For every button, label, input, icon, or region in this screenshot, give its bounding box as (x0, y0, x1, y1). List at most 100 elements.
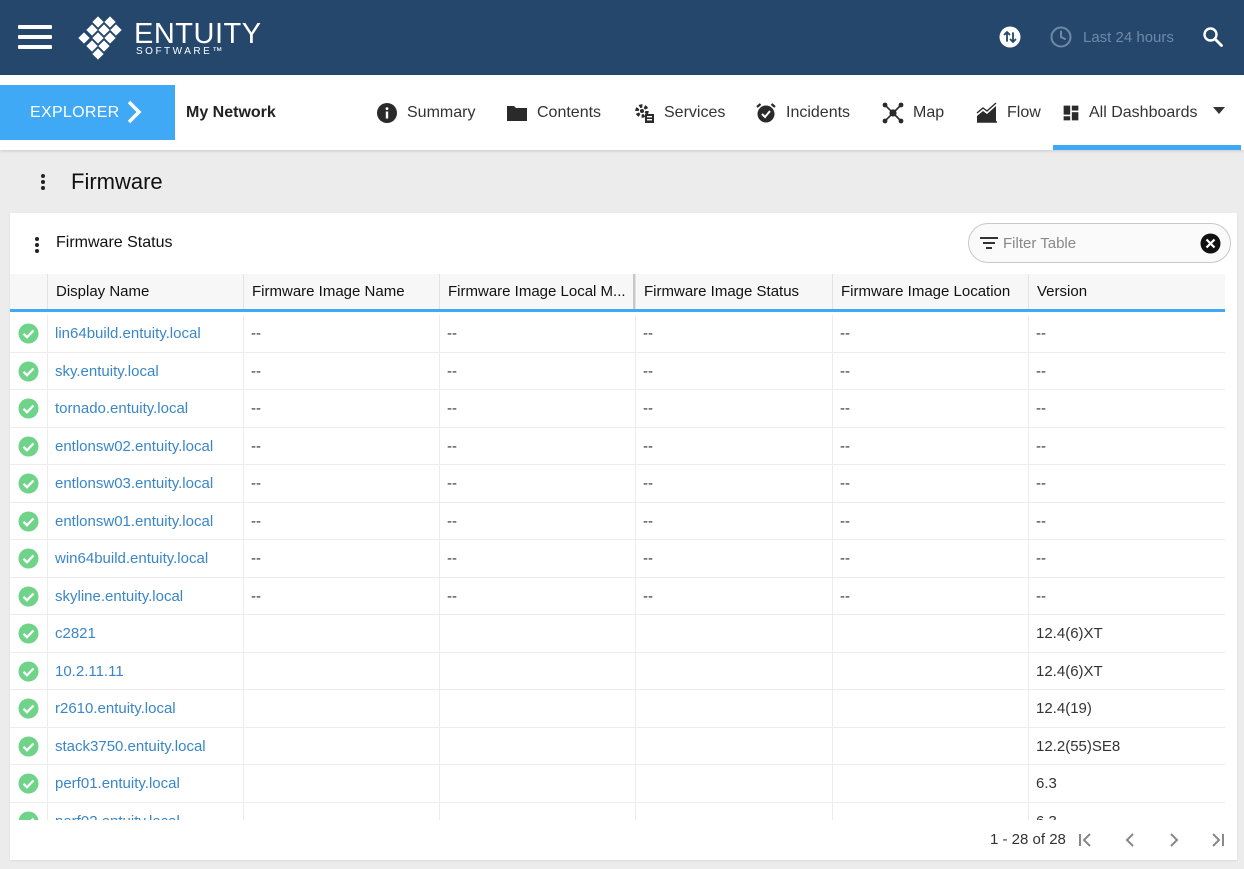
table-row[interactable]: r2610.entuity.local 12.4(19) (10, 690, 1225, 728)
check-circle-icon (18, 586, 39, 606)
tab-contents[interactable]: Contents (506, 100, 601, 126)
cell-image-location: -- (832, 577, 1028, 615)
device-link[interactable]: stack3750.entuity.local (55, 738, 206, 755)
column-header-firmware-image-location[interactable]: Firmware Image Location (832, 274, 1028, 309)
column-header-firmware-image-local[interactable]: Firmware Image Local M... (439, 274, 635, 309)
table-row[interactable]: entlonsw01.entuity.local -- -- -- -- -- (10, 502, 1225, 540)
device-link[interactable]: win64build.entuity.local (55, 550, 208, 567)
table-row[interactable]: perf01.entuity.local 6.3 (10, 765, 1225, 803)
menu-icon[interactable] (18, 25, 52, 49)
sync-icon[interactable] (999, 26, 1021, 48)
device-link[interactable]: lin64build.entuity.local (55, 325, 201, 342)
cell-image-local: -- (439, 540, 635, 577)
table-row[interactable]: win64build.entuity.local -- -- -- -- -- (10, 540, 1225, 578)
device-link[interactable]: sky.entuity.local (55, 363, 159, 380)
tab-services[interactable]: Services (633, 100, 725, 126)
cell-image-name: -- (243, 465, 439, 502)
device-link[interactable]: perf01.entuity.local (55, 775, 180, 792)
cell-image-status: -- (635, 577, 832, 615)
filter-table-input[interactable] (1003, 232, 1193, 254)
cell-name[interactable]: tornado.entuity.local (47, 390, 243, 427)
cell-name[interactable]: 10.2.11.11 (47, 652, 243, 690)
info-icon (377, 103, 397, 123)
breadcrumb[interactable]: My Network (186, 104, 276, 122)
first-page-icon[interactable] (1075, 829, 1097, 851)
column-header-firmware-image-status[interactable]: Firmware Image Status (635, 274, 832, 309)
table-row[interactable]: skyline.entuity.local -- -- -- -- -- (10, 577, 1225, 615)
device-link[interactable]: r2610.entuity.local (55, 700, 176, 717)
cell-version: 12.4(19) (1028, 690, 1225, 727)
table-row[interactable]: perf02.entuity.local 6.3 (10, 802, 1225, 821)
table-row[interactable]: entlonsw03.entuity.local -- -- -- -- -- (10, 465, 1225, 503)
clock-icon[interactable] (1050, 26, 1072, 48)
time-range-selector[interactable]: Last 24 hours (1083, 29, 1174, 46)
panel-menu-icon[interactable] (30, 235, 44, 255)
cell-name[interactable]: c2821 (47, 615, 243, 652)
cell-image-status: -- (635, 427, 832, 465)
cell-value: -- (251, 550, 261, 567)
device-link[interactable]: tornado.entuity.local (55, 400, 188, 417)
explorer-button[interactable]: EXPLORER (0, 85, 175, 140)
device-link[interactable]: skyline.entuity.local (55, 588, 183, 605)
table-row[interactable]: tornado.entuity.local -- -- -- -- -- (10, 390, 1225, 428)
device-link[interactable]: entlonsw03.entuity.local (55, 475, 213, 492)
tab-all-dashboards-label: All Dashboards (1089, 104, 1198, 121)
cell-name[interactable]: entlonsw03.entuity.local (47, 465, 243, 502)
cell-name[interactable]: perf02.entuity.local (47, 802, 243, 821)
tab-incidents-label: Incidents (786, 104, 851, 121)
clear-filter-icon[interactable] (1200, 233, 1221, 254)
table-row[interactable]: 10.2.11.11 12.4(6)XT (10, 652, 1225, 690)
device-link[interactable]: perf02.entuity.local (55, 813, 180, 821)
previous-page-icon[interactable] (1119, 829, 1141, 851)
logo: ENTUITY SOFTWARE™ (76, 16, 261, 60)
cell-image-location: -- (832, 502, 1028, 540)
device-link[interactable]: 10.2.11.11 (55, 663, 124, 680)
tab-incidents[interactable]: Incidents (755, 100, 850, 126)
table-row[interactable]: sky.entuity.local -- -- -- -- -- (10, 352, 1225, 390)
column-header-display-name[interactable]: Display Name (47, 274, 243, 309)
cell-name[interactable]: win64build.entuity.local (47, 540, 243, 577)
cell-version: 12.4(6)XT (1028, 615, 1225, 652)
device-link[interactable]: entlonsw01.entuity.local (55, 513, 213, 530)
cell-image-local: -- (439, 465, 635, 502)
cell-name[interactable]: lin64build.entuity.local (47, 315, 243, 352)
cell-image-status (635, 765, 832, 802)
last-page-icon[interactable] (1206, 829, 1228, 851)
cell-name[interactable]: sky.entuity.local (47, 352, 243, 390)
cell-name[interactable]: r2610.entuity.local (47, 690, 243, 727)
status-cell (10, 353, 47, 390)
cell-name[interactable]: perf01.entuity.local (47, 765, 243, 802)
cell-image-name (243, 765, 439, 802)
cell-image-name: -- (243, 390, 439, 427)
search-icon[interactable] (1202, 26, 1224, 48)
tab-summary[interactable]: Summary (376, 100, 475, 126)
device-link[interactable]: c2821 (55, 625, 96, 642)
table-row[interactable]: entlonsw02.entuity.local -- -- -- -- -- (10, 427, 1225, 465)
cell-name[interactable]: entlonsw02.entuity.local (47, 427, 243, 465)
device-link[interactable]: entlonsw02.entuity.local (55, 438, 213, 455)
page-menu-icon[interactable] (36, 172, 50, 192)
tab-map[interactable]: Map (882, 100, 944, 126)
cell-image-status: -- (635, 390, 832, 427)
firmware-status-panel: Firmware Status Display Name Firmware Im… (10, 213, 1237, 860)
cell-image-location: -- (832, 315, 1028, 352)
cell-version: -- (1028, 465, 1225, 502)
cell-name[interactable]: entlonsw01.entuity.local (47, 502, 243, 540)
table-row[interactable]: stack3750.entuity.local 12.2(55)SE8 (10, 727, 1225, 765)
dashboards-dropdown-icon[interactable] (1213, 107, 1225, 114)
cell-value: -- (447, 437, 457, 455)
next-page-icon[interactable] (1163, 829, 1185, 851)
page-title: Firmware (71, 169, 163, 194)
column-header-version[interactable]: Version (1028, 274, 1225, 309)
cell-image-status: -- (635, 352, 832, 390)
column-header-firmware-image-name[interactable]: Firmware Image Name (243, 274, 439, 309)
cell-name[interactable]: skyline.entuity.local (47, 577, 243, 615)
cell-version: -- (1028, 577, 1225, 615)
table-row[interactable]: lin64build.entuity.local -- -- -- -- -- (10, 315, 1225, 353)
cell-image-name (243, 690, 439, 727)
tab-all-dashboards[interactable]: All Dashboards (1062, 100, 1198, 126)
cell-name[interactable]: stack3750.entuity.local (47, 727, 243, 765)
table-row[interactable]: c2821 12.4(6)XT (10, 615, 1225, 653)
tab-flow[interactable]: Flow (976, 100, 1041, 126)
cell-image-location: -- (832, 540, 1028, 577)
